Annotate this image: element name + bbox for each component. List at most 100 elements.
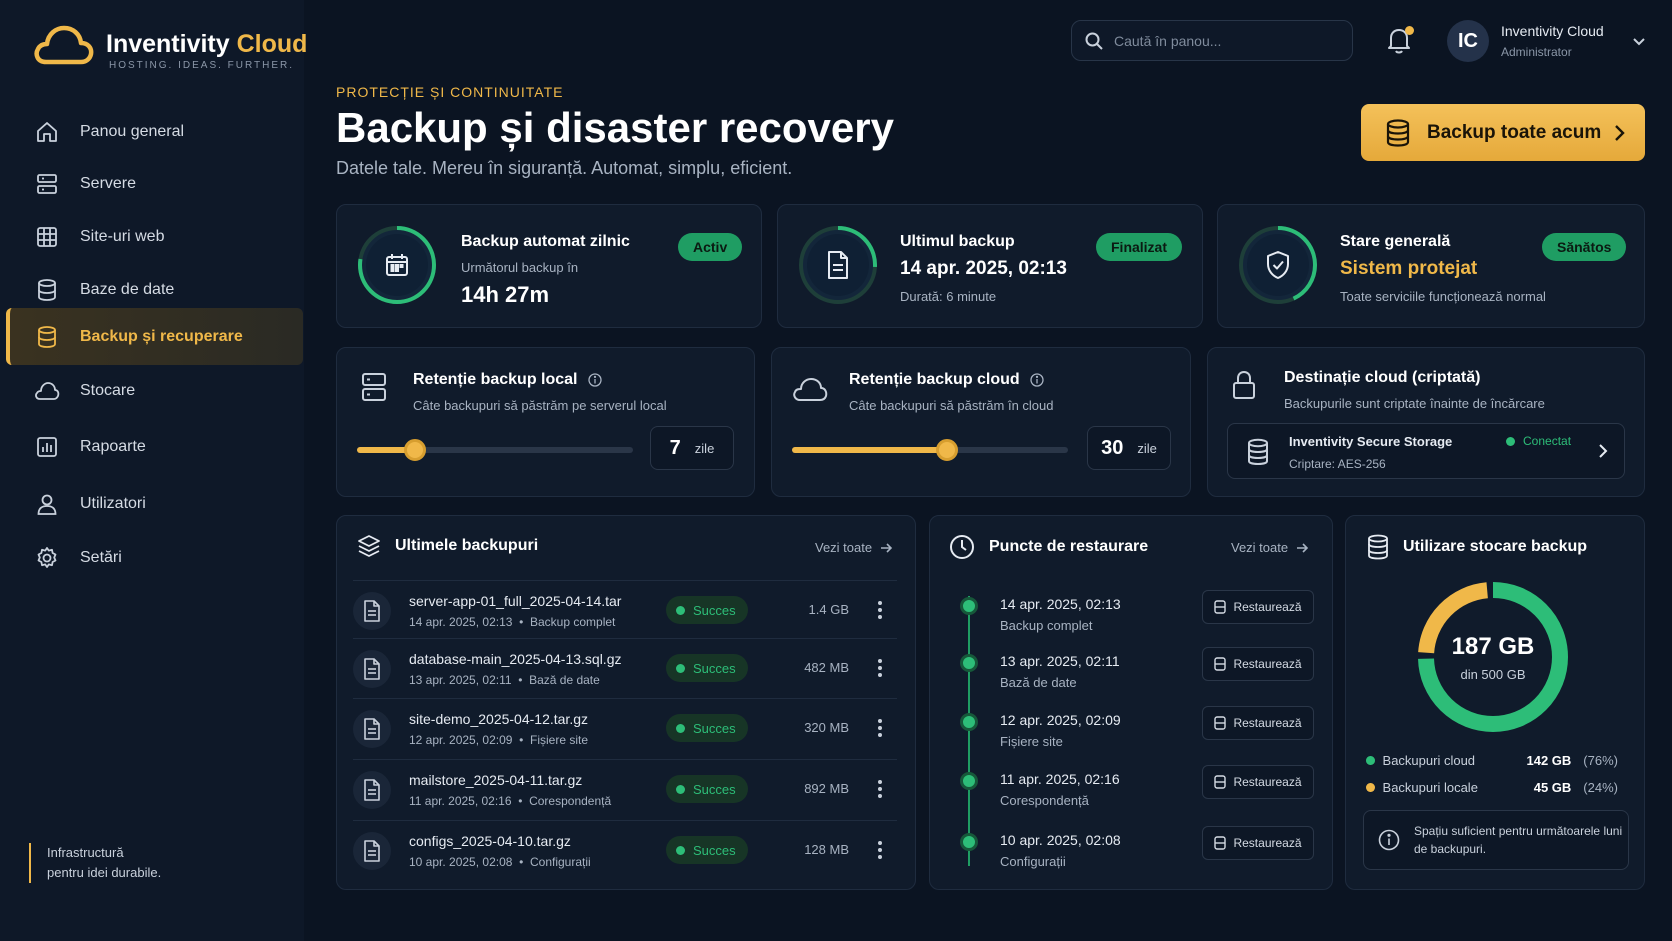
panel-header: Ultimele backupuri bbox=[357, 534, 538, 558]
search-box[interactable] bbox=[1071, 20, 1353, 61]
database-icon bbox=[1214, 836, 1227, 850]
panel-title: Puncte de restaurare bbox=[989, 538, 1149, 555]
logo[interactable]: Inventivity Cloud HOSTING. IDEAS. FURTHE… bbox=[32, 22, 308, 71]
more-options-icon[interactable] bbox=[873, 657, 887, 679]
storage-name: Inventivity Secure Storage bbox=[1289, 434, 1453, 449]
restore-point-date: 11 apr. 2025, 02:16 bbox=[1000, 771, 1120, 787]
encryption-label: Criptare: AES-256 bbox=[1289, 457, 1386, 471]
button-label: Backup toate acum bbox=[1427, 121, 1602, 143]
restore-point-row: 13 apr. 2025, 02:11 Bază de date Restaur… bbox=[930, 645, 1330, 701]
status-badge: Finalizat bbox=[1096, 233, 1183, 261]
restore-point-date: 14 apr. 2025, 02:13 bbox=[1000, 596, 1121, 612]
next-backup-countdown: 14h 27m bbox=[461, 282, 550, 307]
page-subtitle: Datele tale. Mereu în siguranță. Automat… bbox=[336, 158, 793, 178]
backup-meta: 13 apr. 2025, 02:11 • Bază de date bbox=[409, 673, 600, 687]
sidebar-item-site-uri-web[interactable]: Site-uri web bbox=[6, 208, 303, 265]
restore-button[interactable]: Restaurează bbox=[1202, 826, 1314, 860]
home-icon bbox=[34, 119, 60, 145]
user-name: Inventivity Cloud bbox=[1501, 23, 1604, 39]
legend-value: 142 GB bbox=[1526, 752, 1572, 768]
restore-point-type: Bază de date bbox=[1000, 675, 1077, 690]
storage-destination-selector[interactable]: Inventivity Secure Storage Criptare: AES… bbox=[1227, 423, 1625, 479]
more-options-icon[interactable] bbox=[873, 599, 887, 621]
info-icon[interactable] bbox=[587, 373, 602, 387]
restore-button[interactable]: Restaurează bbox=[1202, 590, 1314, 624]
more-options-icon[interactable] bbox=[873, 839, 887, 861]
backup-size: 482 MB bbox=[804, 660, 849, 675]
sidebar-item-setari[interactable]: Setări bbox=[6, 529, 303, 586]
panel-header: Utilizare stocare backup bbox=[1367, 534, 1587, 560]
panel-header: Puncte de restaurare bbox=[949, 534, 1148, 560]
chevron-down-icon bbox=[1632, 36, 1646, 46]
local-retention-slider[interactable] bbox=[357, 438, 633, 462]
services-status: Toate serviciile funcționează normal bbox=[1340, 289, 1546, 304]
retention-value: 7 bbox=[669, 436, 681, 459]
more-options-icon[interactable] bbox=[873, 778, 887, 800]
legend-percent: (24%) bbox=[1583, 779, 1618, 795]
backup-icon bbox=[34, 324, 60, 350]
user-icon bbox=[34, 491, 60, 517]
more-options-icon[interactable] bbox=[873, 717, 887, 739]
backup-file-name: site-demo_2025-04-12.tar.gz bbox=[409, 711, 588, 727]
search-input[interactable] bbox=[1114, 32, 1334, 49]
server-icon bbox=[34, 171, 60, 197]
restore-point-date: 10 apr. 2025, 02:08 bbox=[1000, 832, 1121, 848]
status-card-general-health: Stare generală Sistem protejat Toate ser… bbox=[1217, 204, 1645, 328]
sidebar-item-servere[interactable]: Servere bbox=[6, 155, 303, 212]
see-all-backups-link[interactable]: Vezi toate bbox=[815, 540, 893, 555]
database-icon bbox=[1367, 534, 1389, 560]
card-title: Backup automat zilnic bbox=[461, 233, 630, 250]
restore-button[interactable]: Restaurează bbox=[1202, 647, 1314, 681]
retention-unit: zile bbox=[1137, 440, 1157, 456]
cloud-icon bbox=[34, 378, 60, 404]
backup-all-now-button[interactable]: Backup toate acum bbox=[1361, 104, 1645, 161]
arrow-right-icon bbox=[1297, 542, 1309, 553]
footer-line: pentru idei durabile. bbox=[47, 865, 162, 880]
restore-button[interactable]: Restaurează bbox=[1202, 765, 1314, 799]
timeline-dot bbox=[960, 772, 978, 790]
card-title: Ultimul backup bbox=[900, 233, 1015, 250]
local-retention-input[interactable]: 7 zile bbox=[650, 426, 734, 470]
slider-thumb[interactable] bbox=[935, 439, 958, 461]
slider-thumb[interactable] bbox=[403, 439, 426, 461]
sidebar-item-label: Utilizatori bbox=[80, 494, 146, 512]
table-row[interactable]: mailstore_2025-04-11.tar.gz 11 apr. 2025… bbox=[353, 759, 897, 817]
table-row[interactable]: database-main_2025-04-13.sql.gz 13 apr. … bbox=[353, 638, 897, 696]
timeline-dot bbox=[960, 833, 978, 851]
sidebar-footer: Infrastructură pentru idei durabile. bbox=[29, 843, 249, 883]
brand-name: Inventivity Cloud bbox=[106, 29, 308, 58]
backup-size: 892 MB bbox=[804, 781, 849, 796]
restore-button[interactable]: Restaurează bbox=[1202, 706, 1314, 740]
chevron-right-icon bbox=[1613, 124, 1625, 142]
server-icon bbox=[361, 372, 387, 402]
card-title: Retenție backup cloud bbox=[849, 371, 1044, 389]
file-icon bbox=[353, 650, 391, 688]
cloud-retention-slider[interactable] bbox=[792, 438, 1068, 462]
table-row[interactable]: configs_2025-04-10.tar.gz 10 apr. 2025, … bbox=[353, 820, 897, 878]
table-row[interactable]: site-demo_2025-04-12.tar.gz 12 apr. 2025… bbox=[353, 698, 897, 756]
restore-point-date: 12 apr. 2025, 02:09 bbox=[1000, 712, 1121, 728]
restore-point-type: Corespondență bbox=[1000, 793, 1089, 808]
sidebar-item-rapoarte[interactable]: Rapoarte bbox=[6, 418, 303, 475]
sidebar-item-label: Site-uri web bbox=[80, 227, 165, 245]
panel-title: Utilizare stocare backup bbox=[1403, 538, 1588, 555]
see-all-restore-points-link[interactable]: Vezi toate bbox=[1231, 540, 1309, 555]
sidebar-item-utilizatori[interactable]: Utilizatori bbox=[6, 475, 303, 532]
table-row[interactable]: server-app-01_full_2025-04-14.tar 14 apr… bbox=[353, 580, 897, 638]
backup-meta: 11 apr. 2025, 02:16 • Corespondență bbox=[409, 794, 612, 808]
sidebar-item-stocare[interactable]: Stocare bbox=[6, 362, 303, 419]
backup-file-name: mailstore_2025-04-11.tar.gz bbox=[409, 772, 583, 788]
backup-meta: 10 apr. 2025, 02:08 • Configurații bbox=[409, 855, 591, 869]
database-icon bbox=[1214, 600, 1227, 614]
file-icon bbox=[353, 832, 391, 870]
user-menu[interactable]: IC Inventivity Cloud Administrator bbox=[1447, 20, 1646, 62]
backup-meta: 14 apr. 2025, 02:13 • Backup complet bbox=[409, 615, 616, 629]
cloud-destination-card: Destinație cloud (criptată) Backupurile … bbox=[1207, 347, 1645, 497]
status-badge: Succes bbox=[666, 836, 748, 864]
legend-dot bbox=[1366, 782, 1375, 792]
info-icon[interactable] bbox=[1030, 373, 1044, 387]
notifications-button[interactable] bbox=[1386, 26, 1414, 56]
cloud-retention-input[interactable]: 30 zile bbox=[1087, 426, 1171, 470]
sidebar-item-backup-si-recuperare[interactable]: Backup și recuperare bbox=[6, 308, 303, 365]
sidebar-item-panou-general[interactable]: Panou general bbox=[6, 103, 303, 160]
